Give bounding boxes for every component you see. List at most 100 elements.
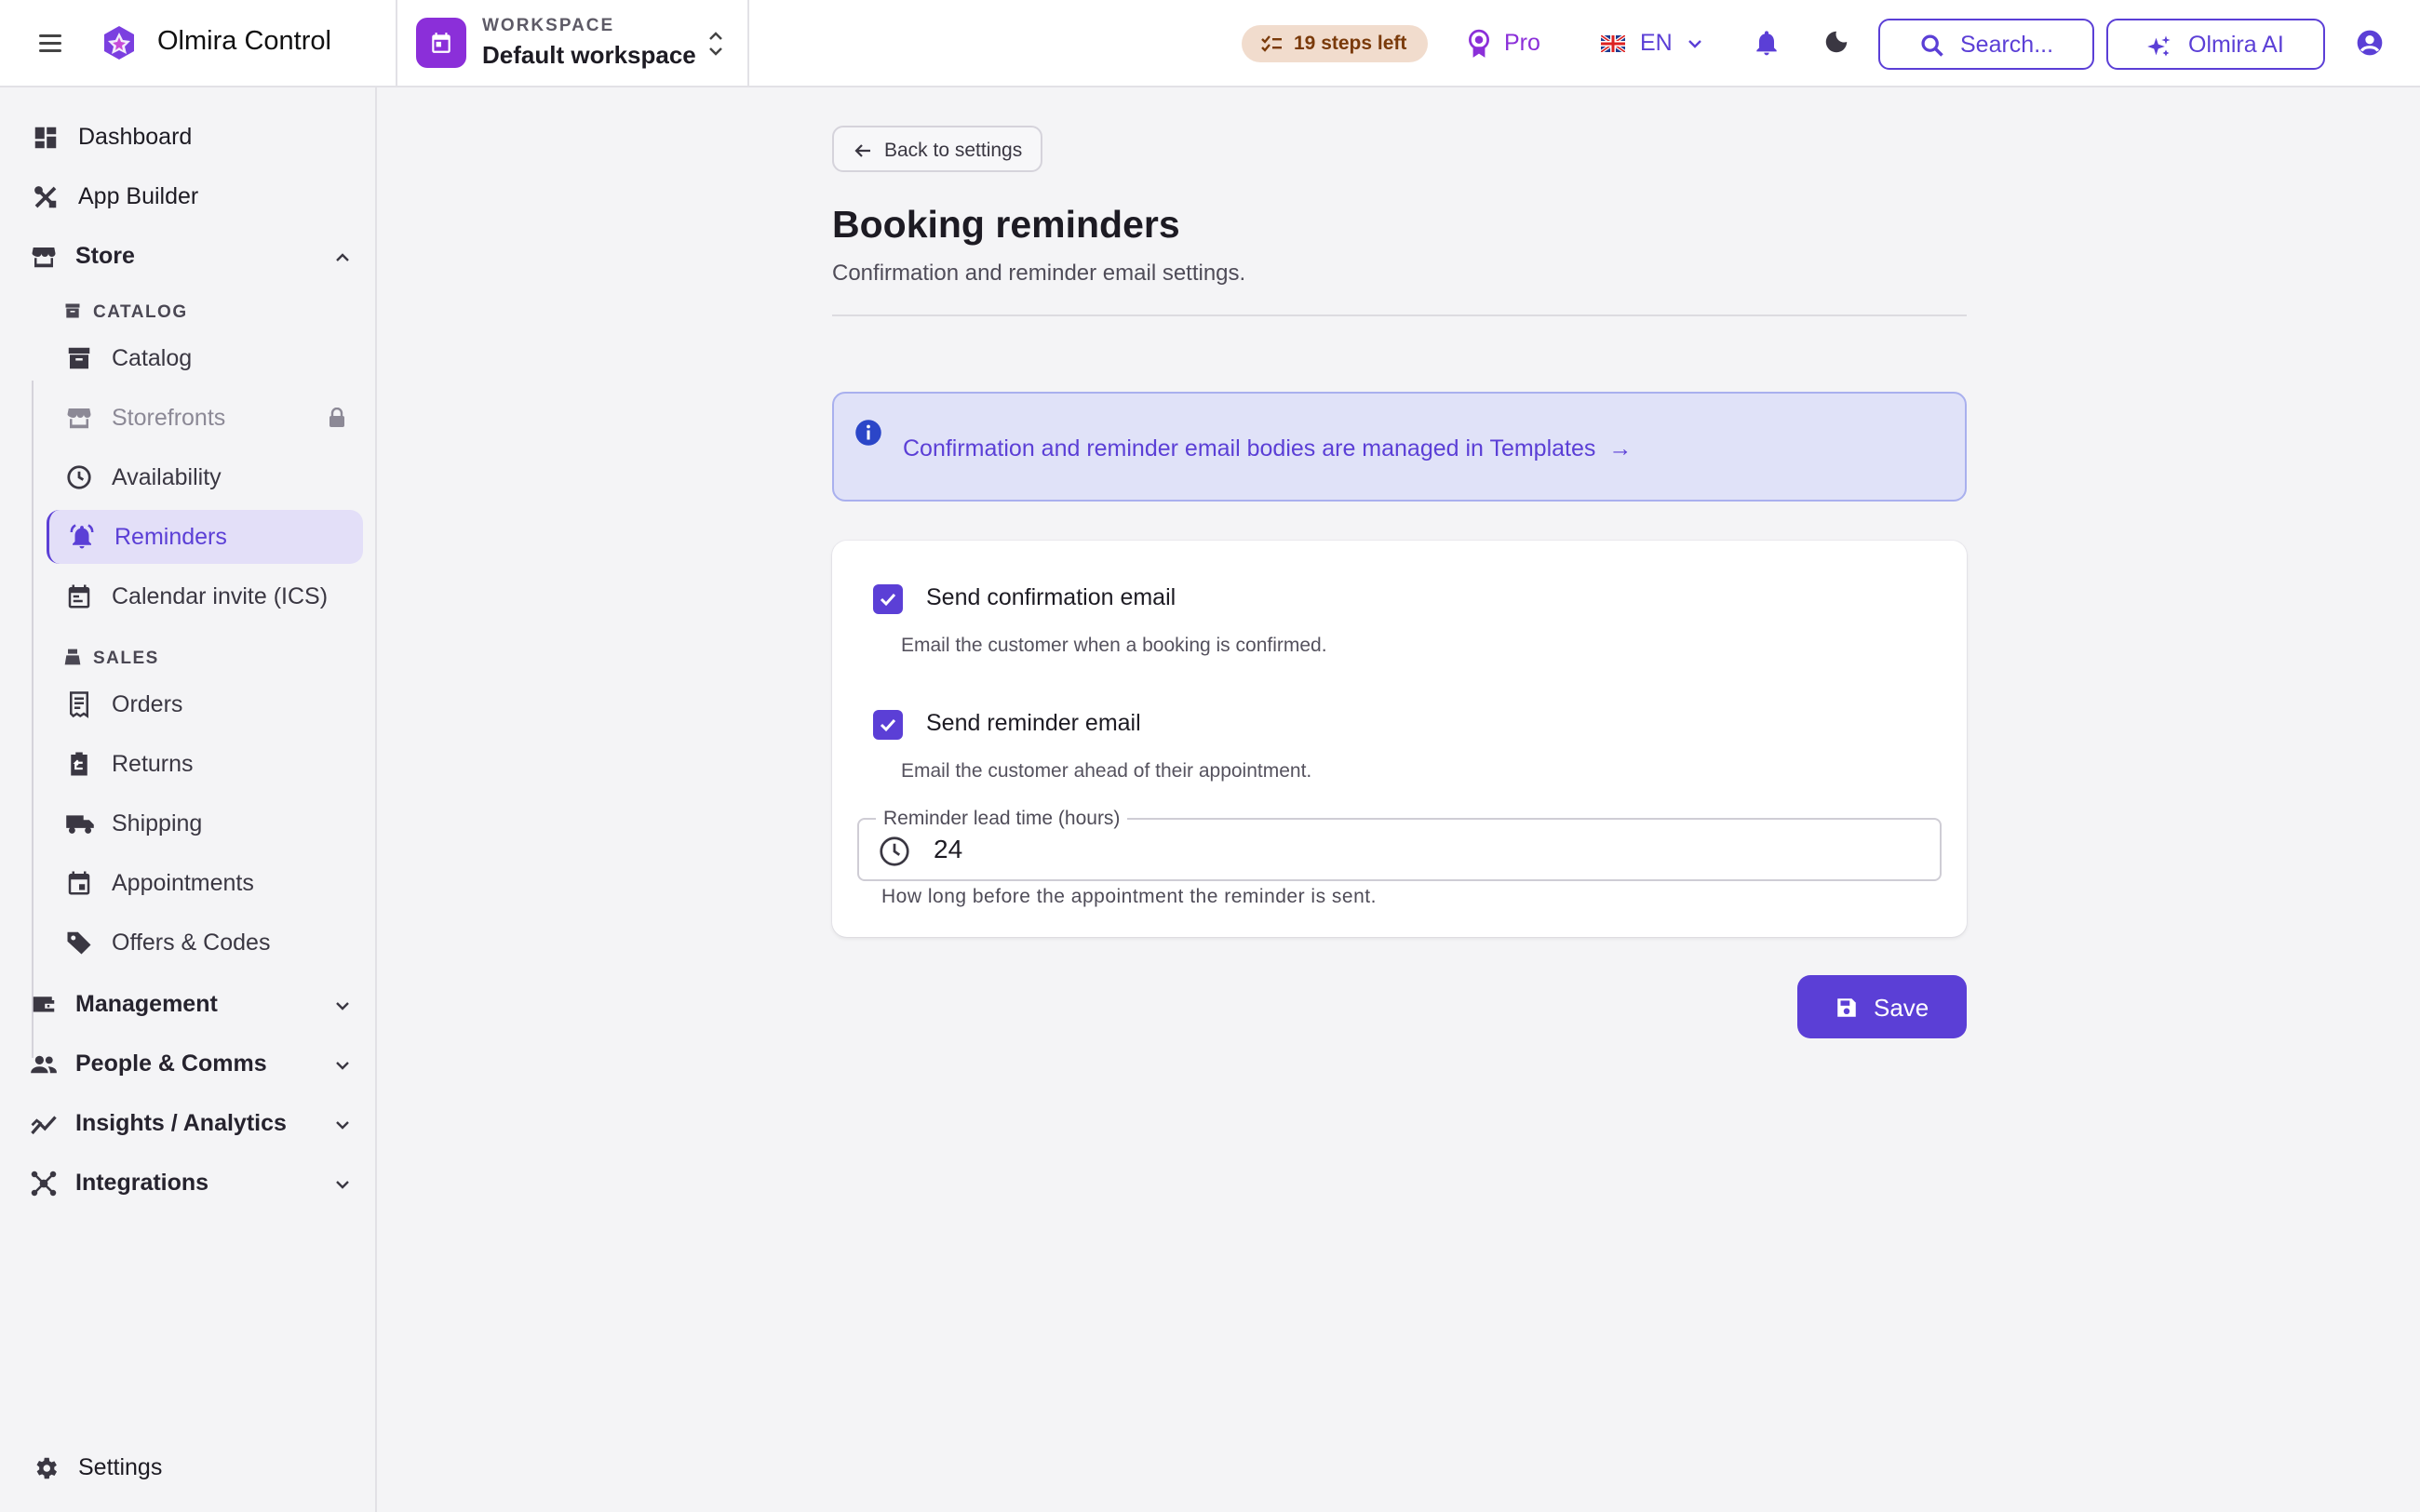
calendar-icon (68, 584, 90, 609)
templates-info-banner[interactable]: Confirmation and reminder email bodies a… (832, 392, 1967, 502)
chevron-up-icon (336, 253, 349, 261)
confirmation-checkbox[interactable] (873, 584, 903, 614)
store-icon (67, 408, 91, 429)
lock-icon (329, 408, 344, 427)
calendar-icon (68, 871, 90, 895)
sidebar-item-label: Calendar invite (ICS) (112, 583, 329, 609)
trending-icon (31, 1116, 57, 1135)
moon-icon[interactable] (1822, 28, 1850, 56)
ai-label: Olmira AI (2188, 32, 2284, 58)
menu-icon[interactable] (35, 31, 65, 57)
sidebar-item-shipping[interactable]: Shipping (47, 796, 363, 850)
account-circle-icon[interactable] (2355, 28, 2385, 58)
chevron-down-icon (336, 1002, 349, 1010)
uk-flag-icon (1601, 35, 1625, 52)
lead-time-label: Reminder lead time (hours) (876, 808, 1128, 830)
sidebar-item-catalog[interactable]: Catalog (47, 331, 363, 385)
sidebar-section-label: Management (75, 991, 218, 1017)
clock-icon (67, 465, 91, 489)
arrow-left-icon (854, 144, 870, 157)
receipt-icon (70, 691, 88, 718)
confirmation-help: Email the customer when a booking is con… (901, 635, 1327, 656)
sidebar-item-label: Orders (112, 691, 183, 717)
sidebar-section-store[interactable]: Store (0, 229, 377, 283)
info-icon (855, 420, 881, 446)
info-text: Confirmation and reminder email bodies a… (903, 435, 1596, 462)
people-icon (31, 1055, 57, 1074)
sidebar-item-availability[interactable]: Availability (47, 450, 363, 504)
sidebar-section-management[interactable]: Management (0, 977, 377, 1031)
register-icon (64, 649, 81, 665)
chevron-down-icon (1688, 40, 1701, 48)
back-label: Back to settings (884, 140, 1023, 161)
reminder-label[interactable]: Send reminder email (926, 710, 1141, 737)
sidebar-item-label: Catalog (112, 345, 193, 371)
sidebar-item-dashboard[interactable]: Dashboard (0, 110, 377, 164)
sidebar-item-label: Availability (112, 464, 222, 490)
olmira-logo-icon (104, 26, 134, 60)
group-label-text: SALES (93, 649, 159, 668)
sidebar-item-storefronts[interactable]: Storefronts (47, 391, 363, 445)
sidebar-item-label: Returns (112, 751, 194, 777)
save-button[interactable]: Save (1797, 975, 1967, 1038)
steps-left-text: 19 steps left (1294, 33, 1407, 54)
workspace-switcher[interactable]: WORKSPACE Default workspace (397, 0, 747, 87)
calendar-icon (416, 18, 466, 68)
tag-icon (67, 931, 91, 955)
confirmation-label[interactable]: Send confirmation email (926, 584, 1176, 611)
checklist-icon (1261, 35, 1282, 52)
badge-icon (1469, 29, 1489, 58)
top-bar: Olmira Control WORKSPACE Default workspa… (0, 0, 2420, 87)
sidebar-section-label: People & Comms (75, 1050, 267, 1077)
sidebar-item-appointments[interactable]: Appointments (47, 856, 363, 910)
plan-label: Pro (1504, 30, 1540, 56)
sidebar-section-label: Integrations (75, 1170, 209, 1196)
sidebar-item-label: Offers & Codes (112, 930, 271, 956)
sidebar-item-label: Storefronts (112, 405, 226, 431)
chevron-down-icon (336, 1121, 349, 1130)
sidebar-item-orders[interactable]: Orders (47, 677, 363, 731)
back-to-settings-button[interactable]: Back to settings (832, 126, 1042, 172)
reminder-checkbox[interactable] (873, 710, 903, 740)
arrow-right-icon: → (1608, 435, 1633, 462)
return-icon (71, 752, 87, 776)
language-selector[interactable]: EN (1597, 24, 1709, 63)
sidebar-item-label: Reminders (114, 524, 227, 550)
sidebar-item-settings[interactable]: Settings (0, 1440, 377, 1494)
search-label: Search... (1960, 32, 2054, 58)
archive-icon (68, 347, 90, 369)
sidebar-item-returns[interactable]: Returns (47, 737, 363, 791)
reminder-settings-card: Send confirmation email Email the custom… (832, 541, 1967, 937)
app-name: Olmira Control (157, 26, 331, 56)
lead-time-field: Reminder lead time (hours) (857, 808, 1942, 881)
sidebar: Dashboard App Builder Store CATALOG Cata… (0, 87, 377, 1512)
bell-icon[interactable] (1752, 28, 1781, 58)
sidebar-item-calendar-invite[interactable]: Calendar invite (ICS) (47, 569, 363, 623)
sidebar-item-reminders[interactable]: Reminders (47, 510, 363, 564)
steps-left-badge[interactable]: 19 steps left (1242, 25, 1428, 62)
gear-icon (36, 1457, 58, 1479)
store-icon (32, 248, 56, 268)
dashboard-icon (34, 127, 57, 149)
search-button[interactable]: Search... (1878, 19, 2094, 70)
sidebar-section-integrations[interactable]: Integrations (0, 1156, 377, 1210)
tools-icon (34, 186, 57, 208)
ai-assistant-button[interactable]: Olmira AI (2106, 19, 2325, 70)
sidebar-item-offers-codes[interactable]: Offers & Codes (47, 916, 363, 970)
sidebar-section-insights[interactable]: Insights / Analytics (0, 1096, 377, 1150)
tree-line (32, 381, 34, 1058)
lead-time-help: How long before the appointment the remi… (881, 886, 1377, 907)
templates-link[interactable]: Confirmation and reminder email bodies a… (903, 435, 1632, 462)
lead-time-input[interactable] (934, 833, 1920, 866)
archive-icon (65, 303, 80, 318)
sidebar-item-label: Dashboard (78, 124, 193, 150)
divider (832, 314, 1967, 316)
workspace-name: Default workspace (482, 41, 696, 69)
language-label: EN (1640, 30, 1673, 56)
sidebar-section-people-comms[interactable]: People & Comms (0, 1037, 377, 1091)
sidebar-item-app-builder[interactable]: App Builder (0, 169, 377, 223)
page-subtitle: Confirmation and reminder email settings… (832, 261, 1246, 286)
alarm-bell-icon (70, 524, 94, 549)
save-label: Save (1874, 994, 1929, 1022)
sidebar-item-label: Shipping (112, 810, 203, 836)
